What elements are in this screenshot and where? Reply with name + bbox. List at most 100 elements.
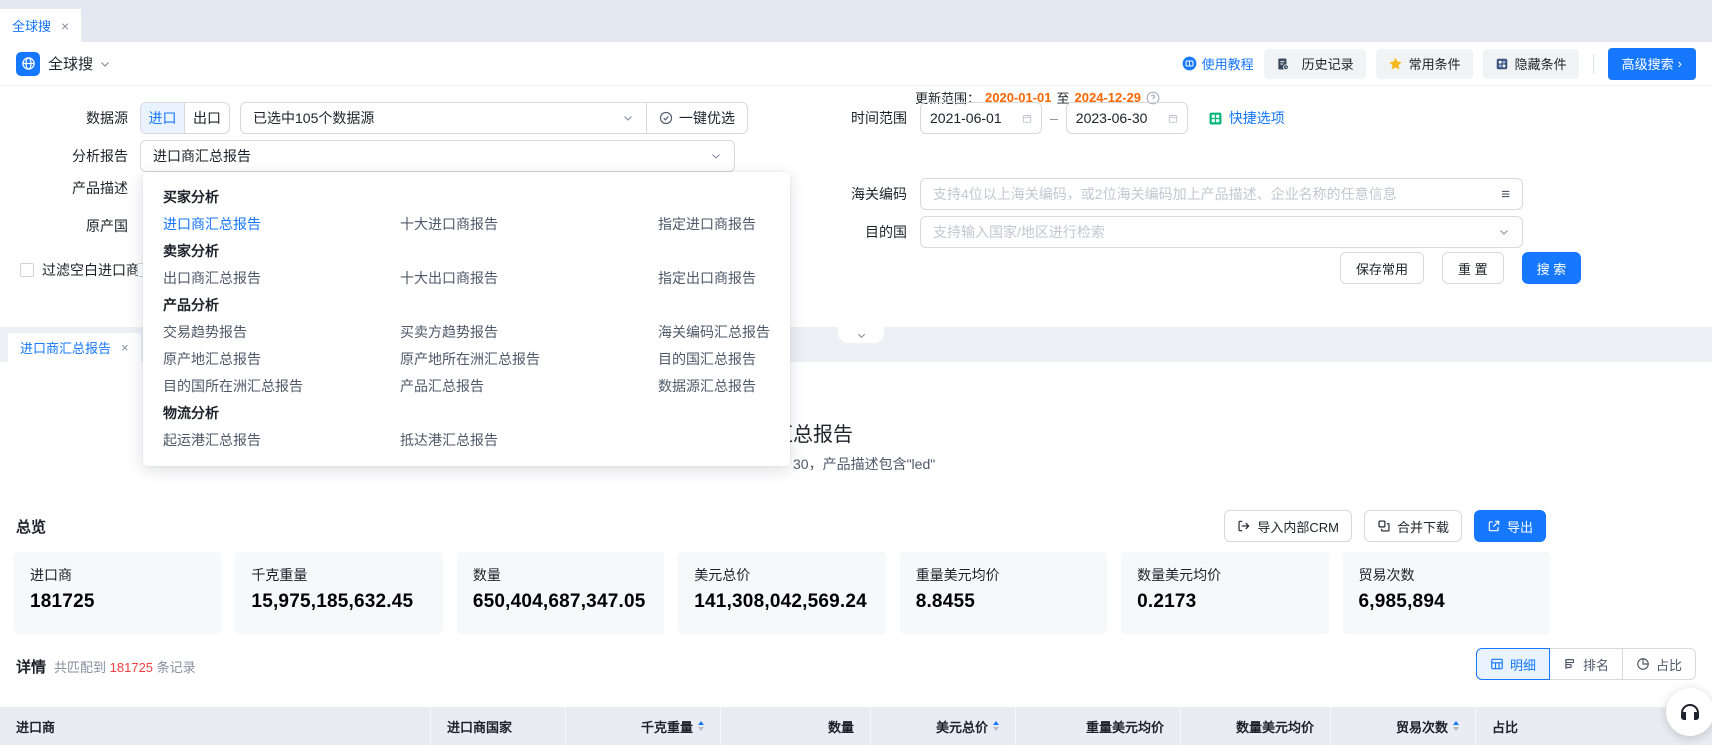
destination-row: 目的国 xyxy=(843,216,1523,248)
tab-close-icon[interactable]: × xyxy=(121,340,129,355)
import-crm-button[interactable]: 导入内部CRM xyxy=(1224,510,1352,542)
report-select[interactable]: 进口商汇总报告 xyxy=(140,140,735,172)
app-switch-chevron-icon[interactable] xyxy=(99,58,111,70)
column-header[interactable]: 美元总价 xyxy=(870,707,1015,745)
column-header[interactable]: 重量美元均价 xyxy=(1015,707,1180,745)
menu-item[interactable]: 抵达港汇总报告 xyxy=(400,427,658,454)
destination-input[interactable] xyxy=(920,216,1523,248)
menu-group-title: 买家分析 xyxy=(143,184,790,211)
menu-item[interactable]: 产品汇总报告 xyxy=(400,373,658,400)
menu-item[interactable]: 目的国所在洲汇总报告 xyxy=(163,373,400,400)
stat-card: 美元总价 141,308,042,569.24 xyxy=(678,552,885,634)
stat-card: 数量 650,404,687,347.05 xyxy=(457,552,664,634)
stat-label: 数量美元均价 xyxy=(1137,565,1312,585)
stat-value: 8.8455 xyxy=(916,591,1091,613)
toggle-import[interactable]: 进口 xyxy=(141,103,185,133)
app-header: 全球搜 使用教程 历史记录 常用条件 隐藏条件 高级搜索 xyxy=(0,42,1712,86)
date-start-input[interactable] xyxy=(920,102,1042,134)
collapse-panel-control[interactable] xyxy=(838,327,884,343)
hide-filters-icon xyxy=(1495,57,1509,71)
hs-code-input[interactable]: ≡ xyxy=(920,178,1523,210)
column-header[interactable]: 千克重量 xyxy=(565,707,720,745)
tab-close-icon[interactable]: × xyxy=(61,18,69,34)
menu-item[interactable]: 指定进口商报告 xyxy=(658,211,770,238)
filter-blank-label: 过滤空白进口商 xyxy=(42,260,140,280)
menu-item-active[interactable]: 进口商汇总报告 xyxy=(163,211,400,238)
column-header[interactable]: 进口商国家 xyxy=(430,707,565,745)
quick-options-link[interactable]: 快捷选项 xyxy=(1208,108,1285,128)
search-button[interactable]: 搜 索 xyxy=(1522,252,1582,284)
reset-button[interactable]: 重 置 xyxy=(1442,252,1504,284)
chevron-down-icon xyxy=(622,112,634,124)
menu-group-title: 卖家分析 xyxy=(143,238,790,265)
advanced-search-button[interactable]: 高级搜索 › xyxy=(1608,48,1696,80)
overview-heading: 总览 xyxy=(16,516,46,537)
column-header[interactable]: 数量美元均价 xyxy=(1180,707,1330,745)
hide-filters-button[interactable]: 隐藏条件 xyxy=(1483,49,1579,79)
sort-icon[interactable] xyxy=(1453,721,1459,731)
filter-blank-option[interactable]: 过滤空白进口商 xyxy=(20,260,140,280)
result-tab-label: 进口商汇总报告 xyxy=(20,338,111,357)
export-button[interactable]: 导出 xyxy=(1474,510,1546,542)
column-header[interactable]: 数量 xyxy=(720,707,870,745)
menu-item[interactable]: 海关编码汇总报告 xyxy=(658,319,770,346)
favorites-button[interactable]: 常用条件 xyxy=(1376,49,1473,79)
sort-icon[interactable] xyxy=(993,721,999,731)
menu-item[interactable]: 原产地所在洲汇总报告 xyxy=(400,346,658,373)
column-header[interactable]: 进口商 xyxy=(0,707,430,745)
product-desc-row: 产品描述 xyxy=(0,178,140,198)
stat-label: 进口商 xyxy=(30,565,205,585)
stat-card: 千克重量 15,975,185,632.45 xyxy=(235,552,442,634)
menu-item[interactable]: 十大出口商报告 xyxy=(400,265,658,292)
list-icon[interactable]: ≡ xyxy=(1501,186,1510,203)
stat-label: 美元总价 xyxy=(694,565,869,585)
calendar-icon xyxy=(1022,112,1032,125)
menu-item[interactable]: 十大进口商报告 xyxy=(400,211,658,238)
view-share-button[interactable]: 占比 xyxy=(1622,648,1696,680)
stat-card: 进口商 181725 xyxy=(14,552,221,634)
menu-item[interactable]: 买卖方趋势报告 xyxy=(400,319,658,346)
merge-download-button[interactable]: 合并下载 xyxy=(1364,510,1462,542)
sort-icon[interactable] xyxy=(698,721,704,731)
menu-item[interactable]: 目的国汇总报告 xyxy=(658,346,770,373)
report-dropdown-menu: 买家分析 进口商汇总报告 十大进口商报告 指定进口商报告 卖家分析 出口商汇总报… xyxy=(143,172,790,466)
menu-item[interactable]: 交易趋势报告 xyxy=(163,319,400,346)
one-click-optimize-button[interactable]: 一键优选 xyxy=(647,108,747,128)
report-label: 分析报告 xyxy=(0,146,140,166)
export-icon xyxy=(1487,519,1501,533)
stat-label: 千克重量 xyxy=(251,565,426,585)
browser-tab-label: 全球搜 xyxy=(12,16,51,35)
chevron-down-icon xyxy=(856,330,867,341)
match-info: 共匹配到 181725 条记录 xyxy=(54,657,196,676)
menu-item[interactable]: 起运港汇总报告 xyxy=(163,427,400,454)
customer-service-fab[interactable] xyxy=(1666,688,1712,736)
result-tab-active[interactable]: 进口商汇总报告 × xyxy=(8,333,141,362)
app-logo-icon xyxy=(16,52,40,76)
stat-value: 181725 xyxy=(30,591,205,613)
stat-card: 重量美元均价 8.8455 xyxy=(900,552,1107,634)
chevron-down-icon xyxy=(710,150,722,162)
filter-blank-checkbox[interactable] xyxy=(20,263,34,277)
history-button[interactable]: 历史记录 xyxy=(1264,49,1366,79)
toggle-export[interactable]: 出口 xyxy=(185,103,229,133)
save-favorite-button[interactable]: 保存常用 xyxy=(1340,252,1424,284)
menu-item[interactable]: 出口商汇总报告 xyxy=(163,265,400,292)
tutorial-link[interactable]: 使用教程 xyxy=(1182,54,1254,73)
view-detail-button[interactable]: 明细 xyxy=(1476,648,1550,680)
data-source-select[interactable]: 已选中105个数据源 xyxy=(241,108,646,128)
browser-tab-active[interactable]: 全球搜 × xyxy=(0,9,81,42)
stat-value: 6,985,894 xyxy=(1359,591,1534,613)
menu-group-items: 进口商汇总报告 十大进口商报告 指定进口商报告 xyxy=(143,211,790,238)
details-row: 详情 共匹配到 181725 条记录 xyxy=(16,656,196,677)
header-actions: 使用教程 历史记录 常用条件 隐藏条件 高级搜索 › xyxy=(1182,48,1696,80)
headphone-icon xyxy=(1678,700,1702,724)
origin-country-row: 原产国 xyxy=(0,216,140,236)
menu-item[interactable]: 指定出口商报告 xyxy=(658,265,770,292)
column-header[interactable]: 贸易次数 xyxy=(1330,707,1475,745)
search-form: 更新范围： 2020-01-01 至 2024-12-29 数据源 进口 出口 … xyxy=(0,86,1712,327)
date-end-input[interactable] xyxy=(1066,102,1188,134)
product-desc-label: 产品描述 xyxy=(0,178,140,198)
menu-item[interactable]: 数据源汇总报告 xyxy=(658,373,770,400)
view-rank-button[interactable]: 排名 xyxy=(1549,648,1623,680)
menu-item[interactable]: 原产地汇总报告 xyxy=(163,346,400,373)
